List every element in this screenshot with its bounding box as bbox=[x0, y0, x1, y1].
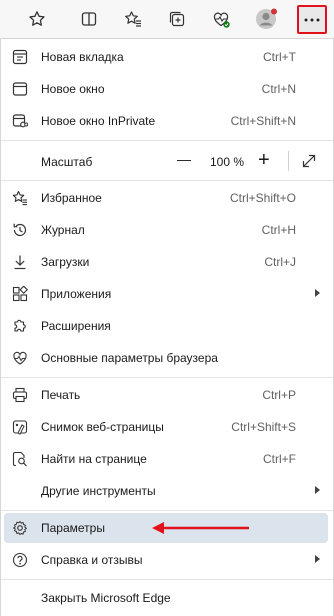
split-screen-icon[interactable] bbox=[74, 4, 104, 34]
menu-item-label: Новое окно InPrivate bbox=[41, 114, 156, 128]
menu-item-new-window[interactable]: Новое окно Ctrl+N bbox=[1, 73, 333, 105]
zoom-out-button[interactable]: — bbox=[177, 151, 191, 183]
menu-divider bbox=[1, 510, 333, 511]
menu-item-extensions[interactable]: Расширения bbox=[1, 310, 333, 342]
menu-item-label: Основные параметры браузера bbox=[41, 351, 218, 365]
menu-item-label: Избранное bbox=[41, 191, 102, 205]
star-icon[interactable] bbox=[22, 4, 52, 34]
inprivate-icon bbox=[12, 113, 28, 129]
menu-item-history[interactable]: Журнал Ctrl+H bbox=[1, 214, 333, 246]
menu-item-label: Снимок веб-страницы bbox=[41, 420, 164, 434]
apps-icon bbox=[12, 286, 28, 302]
menu-item-label: Расширения bbox=[41, 319, 111, 333]
menu-item-shortcut: Ctrl+T bbox=[263, 50, 296, 64]
menu-item-label: Закрыть Microsoft Edge bbox=[41, 591, 171, 605]
menu-item-shortcut: Ctrl+Shift+N bbox=[230, 114, 296, 128]
menu-item-label: Новая вкладка bbox=[41, 50, 124, 64]
menu-item-find[interactable]: Найти на странице Ctrl+F bbox=[1, 443, 333, 475]
menu-item-close-edge[interactable]: Закрыть Microsoft Edge bbox=[1, 582, 333, 614]
history-icon bbox=[12, 222, 28, 238]
menu-item-label: Приложения bbox=[41, 287, 112, 301]
menu-item-shortcut: Ctrl+J bbox=[264, 255, 296, 269]
zoom-in-button[interactable]: + bbox=[258, 149, 270, 181]
menu-item-apps[interactable]: Приложения bbox=[1, 278, 333, 310]
browser-toolbar bbox=[0, 0, 334, 38]
menu-item-shortcut: Ctrl+F bbox=[263, 452, 296, 466]
favorites-icon[interactable] bbox=[118, 4, 148, 34]
settings-menu: Новая вкладка Ctrl+T Новое окно Ctrl+N Н… bbox=[0, 38, 334, 616]
heart-pulse-icon bbox=[12, 350, 28, 366]
menu-divider bbox=[1, 180, 333, 181]
menu-item-new-tab[interactable]: Новая вкладка Ctrl+T bbox=[1, 41, 333, 73]
fullscreen-icon[interactable] bbox=[301, 153, 317, 169]
menu-divider bbox=[1, 140, 333, 141]
menu-item-shortcut: Ctrl+P bbox=[262, 388, 296, 402]
menu-item-settings[interactable]: Параметры bbox=[4, 513, 328, 543]
menu-item-label: Параметры bbox=[41, 521, 105, 535]
menu-divider bbox=[1, 377, 333, 378]
menu-item-shortcut: Ctrl+N bbox=[261, 82, 296, 96]
menu-item-favorites[interactable]: Избранное Ctrl+Shift+O bbox=[1, 182, 333, 214]
gear-icon bbox=[12, 520, 28, 536]
printer-icon bbox=[12, 387, 28, 403]
annotation-arrow bbox=[152, 521, 250, 538]
menu-item-web-capture[interactable]: Снимок веб-страницы Ctrl+Shift+S bbox=[1, 411, 333, 443]
menu-divider bbox=[1, 579, 333, 580]
puzzle-icon bbox=[12, 318, 28, 334]
menu-item-label: Найти на странице bbox=[41, 452, 147, 466]
menu-item-print[interactable]: Печать Ctrl+P bbox=[1, 379, 333, 411]
menu-item-shortcut: Ctrl+Shift+S bbox=[231, 420, 296, 434]
zoom-divider bbox=[288, 151, 289, 171]
collections-icon[interactable] bbox=[162, 4, 192, 34]
new-tab-icon bbox=[12, 49, 28, 65]
menu-item-browser-essentials[interactable]: Основные параметры браузера bbox=[1, 342, 333, 374]
browser-essentials-icon[interactable] bbox=[206, 4, 236, 34]
zoom-label: Масштаб bbox=[41, 155, 93, 169]
menu-item-label: Печать bbox=[41, 388, 81, 402]
menu-item-new-inprivate[interactable]: Новое окно InPrivate Ctrl+Shift+N bbox=[1, 105, 333, 137]
menu-item-shortcut: Ctrl+Shift+O bbox=[229, 191, 296, 205]
menu-item-label: Справка и отзывы bbox=[41, 553, 143, 567]
chevron-right-icon bbox=[315, 555, 320, 563]
new-window-icon bbox=[12, 81, 28, 97]
help-icon bbox=[12, 552, 28, 568]
menu-item-label: Другие инструменты bbox=[41, 484, 156, 498]
menu-item-more-tools[interactable]: Другие инструменты bbox=[1, 475, 333, 507]
menu-item-zoom: Масштаб — 100 % + bbox=[1, 144, 333, 178]
menu-item-label: Новое окно bbox=[41, 82, 105, 96]
profile-icon[interactable] bbox=[251, 4, 281, 34]
more-icon[interactable] bbox=[297, 5, 327, 34]
web-capture-icon bbox=[12, 419, 28, 435]
favorites-icon bbox=[12, 190, 28, 206]
menu-item-label: Журнал bbox=[41, 223, 85, 237]
chevron-right-icon bbox=[315, 486, 320, 494]
menu-item-label: Загрузки bbox=[41, 255, 90, 269]
menu-item-downloads[interactable]: Загрузки Ctrl+J bbox=[1, 246, 333, 278]
chevron-right-icon bbox=[315, 289, 320, 297]
download-icon bbox=[12, 254, 28, 270]
menu-item-shortcut: Ctrl+H bbox=[261, 223, 296, 237]
menu-item-help[interactable]: Справка и отзывы bbox=[1, 544, 333, 576]
find-icon bbox=[12, 451, 28, 467]
